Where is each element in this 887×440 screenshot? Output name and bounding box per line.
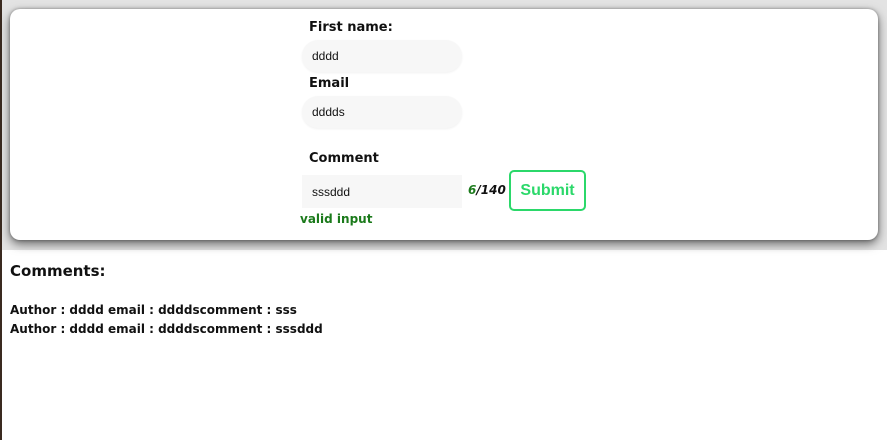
comment-input[interactable] xyxy=(302,175,462,208)
comment-item: Author : dddd email : ddddscomment : sss xyxy=(10,303,297,317)
comment-item: Author : dddd email : ddddscomment : sss… xyxy=(10,322,323,336)
comments-heading: Comments: xyxy=(10,262,106,280)
comment-label: Comment xyxy=(309,151,379,166)
char-limit: /140 xyxy=(476,183,506,197)
email-input[interactable] xyxy=(302,96,462,128)
email-label: Email xyxy=(309,76,350,91)
first-name-label: First name: xyxy=(309,20,393,35)
char-counter: 6/140 xyxy=(468,183,506,197)
submit-button[interactable]: Submit xyxy=(509,170,586,211)
validation-message: valid input xyxy=(300,212,373,226)
first-name-input[interactable] xyxy=(302,40,462,72)
window-edge xyxy=(0,0,2,440)
